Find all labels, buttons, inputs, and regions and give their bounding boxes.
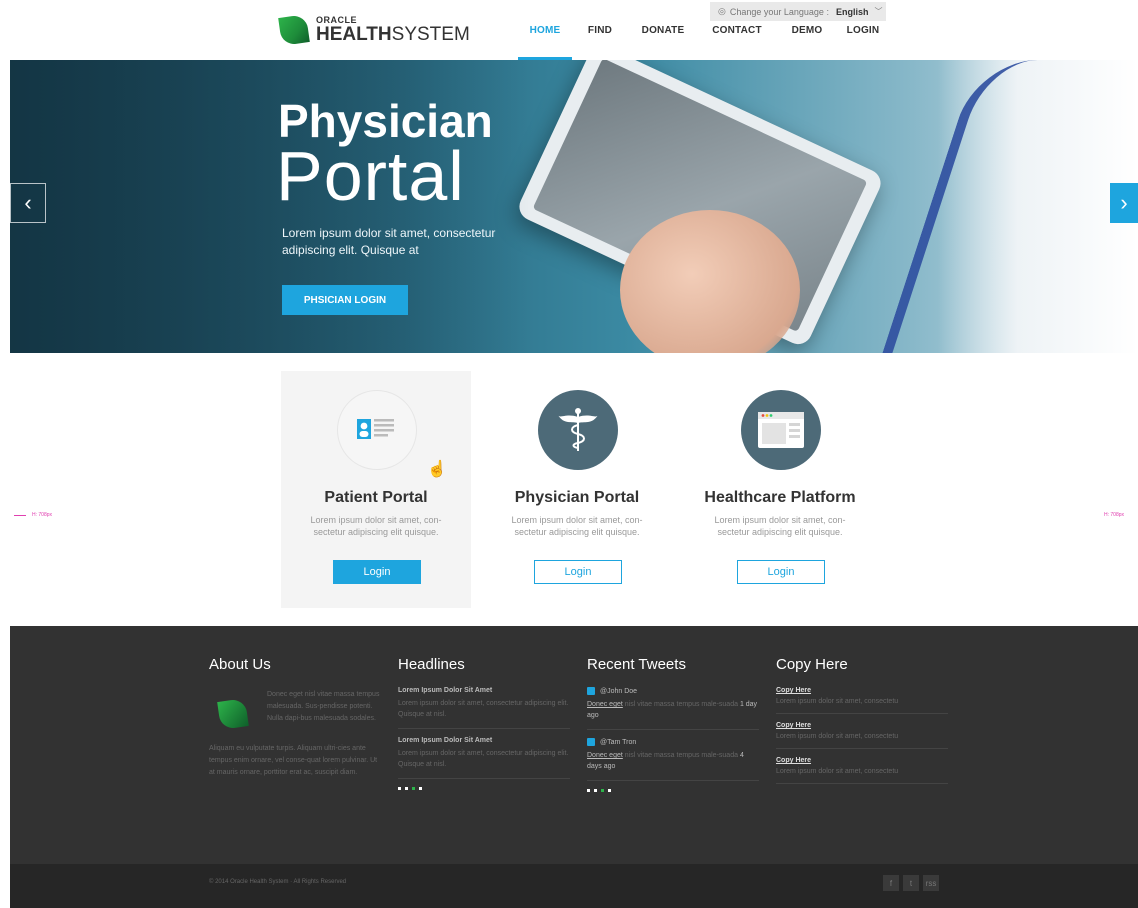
patient-login-button[interactable]: Login <box>333 560 421 584</box>
copy-title[interactable]: Copy Here <box>776 722 948 729</box>
footer-about: About Us Donec eget nisl vitae massa tem… <box>209 656 381 836</box>
social-links: f t rss <box>883 875 939 891</box>
copyright-text: © 2014 Oracle Health System · All Rights… <box>209 879 347 885</box>
copy-body: Lorem ipsum dolor sit amet, consectetu <box>776 698 948 714</box>
facebook-icon[interactable]: f <box>883 875 899 891</box>
card-title: Physician Portal <box>514 489 640 506</box>
footer: About Us Donec eget nisl vitae massa tem… <box>10 626 1138 864</box>
height-mark-right: H: 708px <box>1104 512 1125 518</box>
nav-login[interactable]: LOGIN <box>838 0 888 60</box>
copy-body: Lorem ipsum dolor sit amet, consectetu <box>776 768 948 784</box>
about-text: Donec eget nisl vitae massa tempus males… <box>267 691 380 722</box>
hand-cursor-icon: ☝ <box>427 461 447 478</box>
twitter-icon <box>587 738 595 746</box>
headline-body: Lorem ipsum dolor sit amet, consectetur … <box>398 748 570 779</box>
hero-subtitle: Portal <box>276 137 465 215</box>
tweet-user: @Tam Tron <box>587 738 759 746</box>
hero-description: Lorem ipsum dolor sit amet, consectetur … <box>282 226 496 257</box>
main-nav: HOME FIND DONATE CONTACT DEMO LOGIN <box>518 0 888 60</box>
footer-heading: Headlines <box>398 656 465 673</box>
about-text: Aliquam eu vulputate turpis. Aliquam ult… <box>209 745 378 776</box>
height-mark-left: H: 708px <box>14 512 52 518</box>
logo-health-text: HEALTHSYSTEM <box>316 24 470 45</box>
twitter-icon <box>587 687 595 695</box>
nav-donate[interactable]: DONATE <box>628 0 698 60</box>
patient-portal-card: ☝ Patient Portal Lorem ipsum dolor sit a… <box>281 371 471 608</box>
footer-heading: Copy Here <box>776 656 848 673</box>
physician-portal-card: Physician Portal Lorem ipsum dolor sit a… <box>482 371 672 608</box>
slider-next-icon[interactable]: › <box>1110 183 1138 223</box>
headline-body: Lorem ipsum dolor sit amet, consectetur … <box>398 698 570 729</box>
rss-icon[interactable]: rss <box>923 875 939 891</box>
page: ◎ Change your Language : English ﹀ ORACL… <box>0 0 1138 908</box>
copyright-bar: © 2014 Oracle Health System · All Rights… <box>10 864 1138 908</box>
leaf-logo-icon <box>278 14 310 46</box>
card-text: Lorem ipsum dolor sit amet, con-sectetur… <box>310 515 442 537</box>
footer-headlines: Headlines Lorem Ipsum Dolor Sit Amet Lor… <box>398 656 570 790</box>
card-title: Patient Portal <box>324 489 428 506</box>
nav-home[interactable]: HOME <box>518 0 572 60</box>
card-text: Lorem ipsum dolor sit amet, con-sectetur… <box>511 515 643 537</box>
twitter-icon[interactable]: t <box>903 875 919 891</box>
nav-contact[interactable]: CONTACT <box>698 0 776 60</box>
copy-title[interactable]: Copy Here <box>776 757 948 764</box>
tweet-user: @John Doe <box>587 687 759 695</box>
physician-card-login-button[interactable]: Login <box>534 560 622 584</box>
patient-id-card-icon <box>337 390 417 470</box>
nav-demo[interactable]: DEMO <box>776 0 838 60</box>
carousel-dots[interactable] <box>587 789 759 792</box>
logo[interactable]: ORACLE HEALTHSYSTEM <box>278 14 470 46</box>
tweet-link[interactable]: Donec eget <box>587 752 623 759</box>
tweet-body: Donec eget nisl vitae massa tempus male-… <box>587 699 759 730</box>
footer-tweets: Recent Tweets @John Doe Donec eget nisl … <box>587 656 759 792</box>
logo-text: ORACLE HEALTHSYSTEM <box>316 16 470 45</box>
footer-copy: Copy Here Copy Here Lorem ipsum dolor si… <box>776 656 948 792</box>
physician-login-button[interactable]: PHSICIAN LOGIN <box>282 285 408 315</box>
footer-heading: About Us <box>209 656 271 673</box>
platform-login-button[interactable]: Login <box>737 560 825 584</box>
footer-heading: Recent Tweets <box>587 656 686 673</box>
card-title: Healthcare Platform <box>704 489 856 506</box>
headline-title[interactable]: Lorem Ipsum Dolor Sit Amet <box>398 737 570 744</box>
slider-prev-icon[interactable]: ‹ <box>10 183 46 223</box>
copy-title[interactable]: Copy Here <box>776 687 948 694</box>
healthcare-platform-card: Healthcare Platform Lorem ipsum dolor si… <box>685 371 875 608</box>
caduceus-icon <box>538 390 618 470</box>
tweet-body: Donec eget nisl vitae massa tempus male-… <box>587 750 759 781</box>
card-text: Lorem ipsum dolor sit amet, con-sectetur… <box>714 515 846 537</box>
tweet-link[interactable]: Donec eget <box>587 701 623 708</box>
nav-find[interactable]: FIND <box>572 0 628 60</box>
copy-body: Lorem ipsum dolor sit amet, consectetu <box>776 733 948 749</box>
hero-banner: Physician Portal Lorem ipsum dolor sit a… <box>10 60 1138 353</box>
carousel-dots[interactable] <box>398 787 570 790</box>
headline-title[interactable]: Lorem Ipsum Dolor Sit Amet <box>398 687 570 694</box>
browser-window-icon <box>741 390 821 470</box>
leaf-logo-icon <box>217 698 249 730</box>
